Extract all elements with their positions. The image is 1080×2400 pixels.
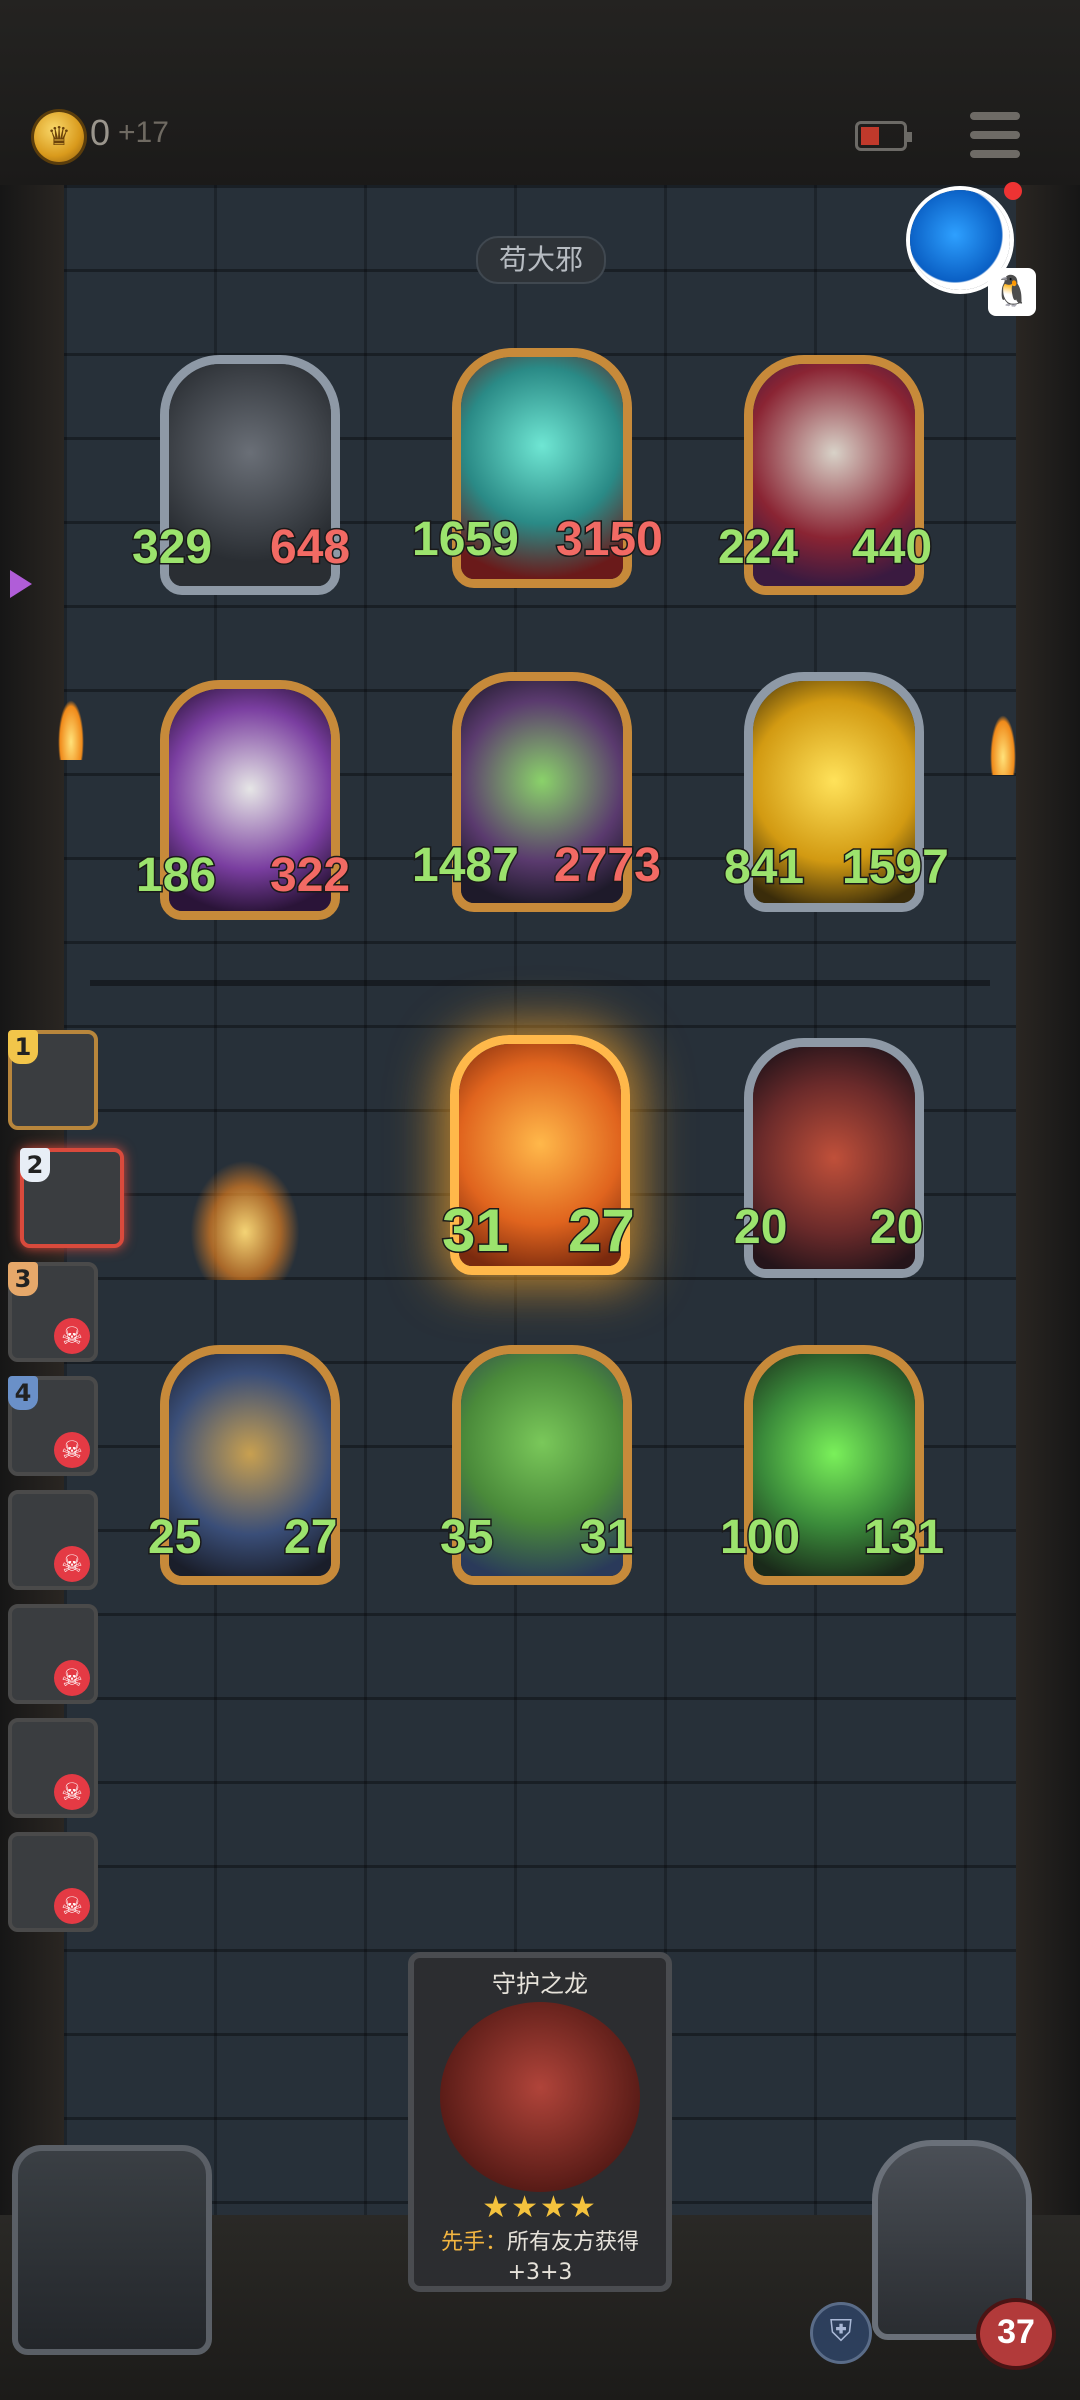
- guardian-dragon-portrait: [440, 2002, 640, 2192]
- skull-icon: ☠: [54, 1660, 90, 1696]
- queue-slot[interactable]: ☠: [8, 1490, 98, 1590]
- atk-value: 186: [134, 848, 217, 904]
- queue-number: 4: [8, 1376, 38, 1410]
- shield-icon[interactable]: ⛨: [810, 2302, 872, 2364]
- skull-icon: ☠: [54, 1774, 90, 1810]
- atk-value: 224: [716, 520, 799, 576]
- atk-value: 25: [146, 1510, 202, 1566]
- queue-slot[interactable]: ☠: [8, 1832, 98, 1932]
- star-rating: ★★★★: [482, 2190, 598, 2225]
- right-wall: [1016, 185, 1080, 2400]
- torch-icon: [58, 700, 84, 760]
- hp-value: 2773: [553, 838, 663, 894]
- queue-number: 2: [20, 1148, 50, 1182]
- hand-card-description: 先手：所有友方获得 +3+3: [420, 2228, 660, 2288]
- skull-icon: ☠: [54, 1432, 90, 1468]
- hp-value: 27: [567, 1196, 637, 1266]
- atk-value: 329: [130, 520, 213, 576]
- atk-value: 20: [732, 1200, 788, 1256]
- atk-value: 1487: [411, 838, 521, 894]
- hp-value: 648: [268, 520, 351, 576]
- board-divider: [90, 980, 990, 986]
- hp-value: 440: [850, 520, 933, 576]
- hp-value: 27: [282, 1510, 338, 1566]
- opponent-portrait[interactable]: [12, 2145, 212, 2355]
- description-bonus: +3+3: [507, 2260, 573, 2285]
- atk-value: 1659: [411, 512, 521, 568]
- hp-value: 31: [578, 1510, 634, 1566]
- queue-slot[interactable]: ☠: [8, 1604, 98, 1704]
- description-text: 所有友方获得: [507, 2230, 640, 2255]
- coin-value: 0: [90, 112, 111, 153]
- hamburger-menu-icon[interactable]: [970, 112, 1020, 158]
- hand-card[interactable]: 守护之龙 ★★★★ 先手：所有友方获得 +3+3: [408, 1952, 672, 2292]
- atk-value: 841: [722, 840, 805, 896]
- hand-card-title: 守护之龙: [492, 1970, 588, 1998]
- hero-hp: 37: [976, 2298, 1056, 2370]
- hp-value: 3150: [555, 512, 665, 568]
- fire-effect-icon: [190, 1160, 300, 1280]
- queue-number: 3: [8, 1262, 38, 1296]
- torch-icon: [990, 715, 1016, 775]
- skull-icon: ☠: [54, 1318, 90, 1354]
- running-skull-icon: ☠: [54, 1888, 90, 1924]
- skull-icon: ☠: [54, 1546, 90, 1582]
- atk-value: 35: [438, 1510, 494, 1566]
- hp-value: 131: [862, 1510, 945, 1566]
- queue-slot[interactable]: 3 ☠: [8, 1262, 98, 1362]
- battery-charging-icon: [855, 121, 912, 151]
- qq-penguin-icon[interactable]: 🐧: [988, 268, 1036, 316]
- atk-value: 100: [718, 1510, 801, 1566]
- hp-value: 20: [868, 1200, 924, 1256]
- queue-slot-active[interactable]: 2: [20, 1148, 124, 1248]
- keyword-label: 先手：: [440, 2230, 507, 2255]
- side-arrow-icon[interactable]: [10, 570, 32, 598]
- queue-number: 1: [8, 1030, 38, 1064]
- notification-dot-icon: [1004, 182, 1022, 200]
- atk-value: 31: [441, 1196, 511, 1266]
- coin-bonus: +17: [118, 116, 169, 149]
- opponent-name: 苟大邪: [476, 236, 606, 284]
- hp-value: 322: [268, 848, 351, 904]
- top-bar: [0, 0, 1080, 185]
- hp-value: 1597: [841, 840, 951, 896]
- queue-slot[interactable]: 4 ☠: [8, 1376, 98, 1476]
- crown-coin-icon: ♛: [34, 112, 84, 162]
- queue-slot[interactable]: ☠: [8, 1718, 98, 1818]
- queue-slot[interactable]: 1: [8, 1030, 98, 1130]
